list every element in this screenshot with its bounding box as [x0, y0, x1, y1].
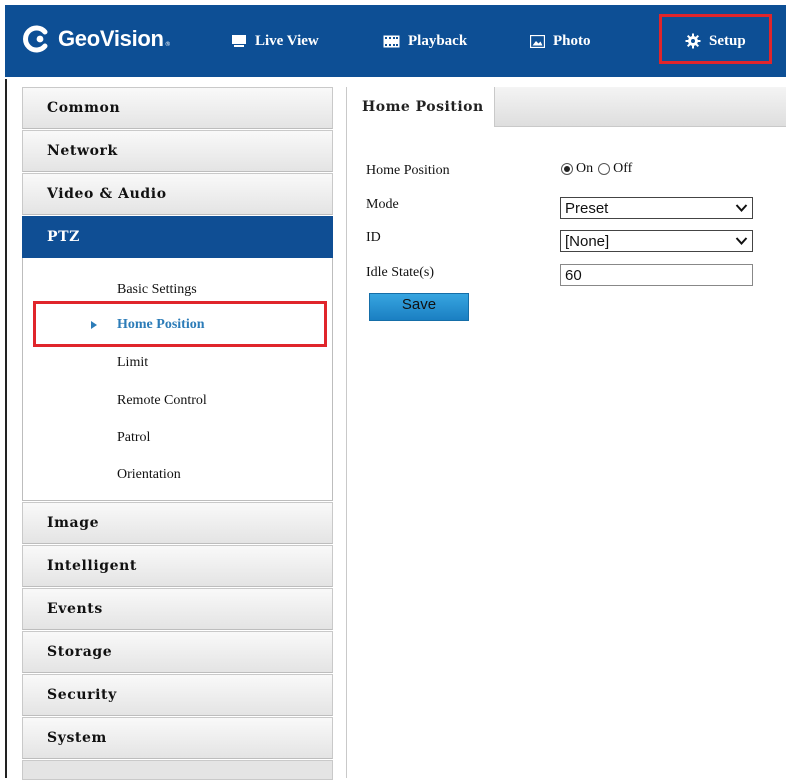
chevron-down-icon: [735, 204, 748, 212]
sidebar-item-ptz[interactable]: PTZ: [22, 216, 333, 258]
home-position-label: Home Position: [366, 163, 450, 178]
mode-select-value: Preset: [565, 199, 609, 217]
sidebar-item-label: Storage: [47, 644, 113, 660]
sidebar-item-events[interactable]: Events: [22, 588, 333, 630]
sidebar-item-label: System: [47, 730, 107, 746]
geovision-logo: GeoVision ®: [23, 19, 171, 59]
tab-label: Home Position: [362, 99, 484, 115]
sidebar-item-label: Image: [47, 515, 100, 531]
idle-state-value: 60: [565, 266, 582, 284]
idle-state-label: Idle State(s): [366, 265, 435, 280]
sidebar-item-intelligent[interactable]: Intelligent: [22, 545, 333, 587]
home-position-off-radio[interactable]: [598, 163, 611, 175]
id-select-value: [None]: [565, 232, 610, 250]
sidebar-item-network[interactable]: Network: [22, 130, 333, 172]
nav-photo[interactable]: Photo: [530, 27, 591, 55]
home-position-on-radio[interactable]: [561, 163, 573, 175]
logo-c-icon: [23, 24, 53, 54]
id-label: ID: [366, 230, 381, 245]
sidebar-item-storage[interactable]: Storage: [22, 631, 333, 673]
chevron-down-icon: [735, 237, 748, 245]
sidebar-item-video-audio[interactable]: Video & Audio: [22, 173, 333, 215]
sidebar-item-common[interactable]: Common: [22, 87, 333, 129]
ptz-submenu: Basic Settings Home Position Limit Remot…: [22, 258, 333, 501]
film-icon: [383, 35, 400, 47]
home-position-radio-group: On Off: [561, 161, 632, 177]
mode-label: Mode: [366, 197, 399, 212]
sidebar-item-label: Common: [47, 100, 121, 116]
nav-photo-label: Photo: [553, 32, 591, 49]
nav-live-view[interactable]: Live View: [231, 27, 319, 55]
sidebar-item-label: Intelligent: [47, 558, 137, 574]
tab-home-position[interactable]: Home Position: [347, 87, 495, 127]
tab-strip: Home Position: [347, 87, 786, 127]
sidebar-item-label: Video & Audio: [47, 186, 167, 202]
home-position-highlight-box: [33, 301, 327, 347]
sidebar-item-system[interactable]: System: [22, 717, 333, 759]
nav-playback-label: Playback: [408, 32, 468, 49]
idle-state-input[interactable]: 60: [560, 264, 753, 286]
settings-sidebar: Common Network Video & Audio PTZ Basic S…: [22, 87, 333, 780]
id-select[interactable]: [None]: [560, 230, 753, 252]
sidebar-item-label: Security: [47, 687, 117, 703]
mode-select[interactable]: Preset: [560, 197, 753, 219]
sidebar-item-label: Network: [47, 143, 118, 159]
photo-icon: [530, 34, 545, 48]
sidebar-item-security[interactable]: Security: [22, 674, 333, 716]
nav-live-view-label: Live View: [255, 32, 319, 49]
submenu-item-remote-control[interactable]: Remote Control: [117, 393, 207, 409]
submenu-item-patrol[interactable]: Patrol: [117, 430, 150, 446]
setup-highlight-box: [659, 14, 772, 64]
sidebar-overflow-item: [22, 760, 333, 780]
logo-text: GeoVision: [58, 26, 164, 51]
settings-main-panel: Home Position Home Position On Off Mode …: [346, 87, 786, 778]
sidebar-item-label: PTZ: [47, 229, 80, 245]
submenu-item-basic-settings[interactable]: Basic Settings: [117, 282, 197, 298]
monitor-icon: [232, 34, 246, 47]
logo-registered-mark: ®: [164, 41, 171, 48]
save-button[interactable]: Save: [369, 293, 469, 321]
sidebar-item-image[interactable]: Image: [22, 502, 333, 544]
home-position-on-label: On: [576, 161, 594, 176]
nav-playback[interactable]: Playback: [383, 27, 467, 55]
submenu-item-orientation[interactable]: Orientation: [117, 467, 181, 483]
submenu-item-limit[interactable]: Limit: [117, 355, 148, 371]
home-position-off-label: Off: [613, 161, 633, 176]
sidebar-item-label: Events: [47, 601, 103, 617]
